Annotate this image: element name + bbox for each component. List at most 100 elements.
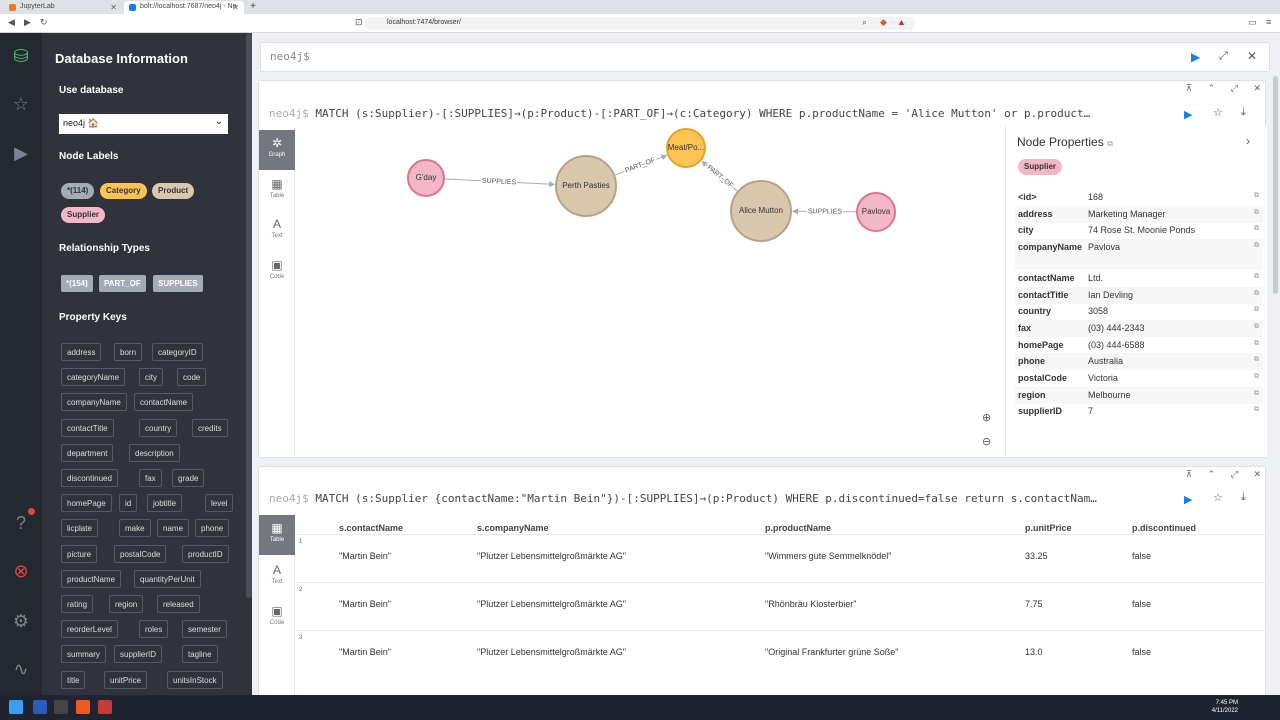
run-icon[interactable]: ▶: [1191, 50, 1200, 64]
node-label-product[interactable]: Product: [152, 183, 195, 199]
close-icon[interactable]: ✕: [1247, 49, 1257, 63]
property-key-fax[interactable]: fax: [139, 469, 162, 487]
frame-query[interactable]: neo4j$ MATCH (s:Supplier)-[:SUPPLIES]→(p…: [269, 107, 1119, 120]
rerun-icon[interactable]: ▶: [1184, 493, 1192, 506]
supplier-label-pill[interactable]: Supplier: [1018, 159, 1063, 175]
forward-icon[interactable]: ▶: [24, 17, 31, 28]
property-key-productName[interactable]: productName: [61, 569, 122, 588]
app-icon[interactable]: [98, 700, 112, 714]
copy-icon[interactable]: ⧉: [1254, 242, 1259, 250]
column-header[interactable]: s.contactName: [339, 523, 403, 533]
disconnect-icon[interactable]: ⊗: [8, 558, 34, 584]
collapse-icon[interactable]: ⌃: [1208, 469, 1216, 479]
property-key-address[interactable]: address: [61, 343, 102, 361]
close-frame-icon[interactable]: ✕: [1253, 469, 1261, 479]
property-key-unitsInStock[interactable]: unitsInStock: [167, 670, 223, 689]
property-key-born[interactable]: born: [114, 343, 143, 361]
property-key-jobtitle[interactable]: jobtitle: [147, 494, 183, 513]
copy-icon[interactable]: ⧉: [1254, 192, 1259, 200]
property-key-postalCode[interactable]: postalCode: [114, 544, 167, 563]
copy-icon[interactable]: ⧉: [1254, 406, 1259, 414]
database-icon[interactable]: ⛁: [8, 43, 34, 69]
property-key-grade[interactable]: grade: [172, 469, 205, 487]
collapse-icon[interactable]: ⌃: [1208, 83, 1216, 93]
reload-icon[interactable]: ↻: [40, 17, 48, 28]
windows-start-icon[interactable]: [9, 700, 23, 714]
warning-icon[interactable]: ▲: [897, 17, 906, 27]
property-key-rating[interactable]: rating: [61, 595, 94, 613]
copy-icon[interactable]: ⧉: [1254, 306, 1259, 314]
brave-icon[interactable]: [76, 700, 90, 714]
fullscreen-icon[interactable]: ⤢: [1231, 469, 1238, 479]
tab-table[interactable]: ▦ Table: [259, 171, 295, 211]
menu-icon[interactable]: ≡: [1266, 17, 1271, 27]
property-key-id[interactable]: id: [119, 494, 138, 513]
property-key-credits[interactable]: credits: [192, 418, 228, 437]
guides-icon[interactable]: ▶: [8, 140, 34, 166]
property-key-level[interactable]: level: [205, 494, 234, 513]
property-key-phone[interactable]: phone: [195, 519, 230, 538]
word-icon[interactable]: [33, 700, 47, 714]
copy-icon[interactable]: ⧉: [1254, 290, 1259, 298]
property-key-semester[interactable]: semester: [182, 620, 227, 639]
property-key-contactTitle[interactable]: contactTitle: [61, 418, 114, 437]
rel-type-all[interactable]: *(154): [61, 275, 93, 292]
node-label-all[interactable]: *(114): [61, 183, 95, 199]
chevron-right-icon[interactable]: ›: [1246, 134, 1250, 148]
back-icon[interactable]: ◀: [8, 17, 15, 28]
graph-canvas[interactable]: SUPPLIES PART_OF PART_OF SUPPLIES G'day Pert…: [296, 128, 1006, 458]
property-key-city[interactable]: city: [139, 368, 163, 387]
bookmark-icon[interactable]: ⊡: [355, 17, 363, 28]
property-key-companyName[interactable]: companyName: [61, 393, 127, 412]
query-editor[interactable]: neo4j$ ▶ ⤢ ✕: [260, 42, 1270, 72]
copy-icon[interactable]: ⧉: [1254, 323, 1259, 331]
property-key-name[interactable]: name: [157, 519, 190, 538]
property-key-released[interactable]: released: [157, 595, 200, 613]
property-key-categoryName[interactable]: categoryName: [61, 368, 126, 387]
main-scrollbar[interactable]: [1273, 76, 1278, 294]
property-key-code[interactable]: code: [177, 368, 207, 387]
pin-icon[interactable]: ⊼: [1186, 83, 1193, 93]
property-key-title[interactable]: title: [61, 670, 86, 689]
brave-shield-icon[interactable]: ◆: [880, 17, 887, 28]
property-key-productID[interactable]: productID: [182, 544, 229, 563]
property-key-picture[interactable]: picture: [61, 544, 98, 563]
window-icon[interactable]: ▭: [1248, 17, 1257, 28]
download-icon[interactable]: ⤓: [1241, 491, 1246, 504]
property-key-make[interactable]: make: [119, 519, 151, 538]
copy-icon[interactable]: ⧉: [1254, 356, 1259, 364]
property-key-discontinued[interactable]: discontinued: [61, 469, 118, 487]
browser-tab-neo4j[interactable]: bolt://localhost:7687/neo4j - Ne ✕: [124, 1, 244, 14]
favorites-icon[interactable]: ☆: [8, 91, 34, 117]
favorite-icon[interactable]: ☆: [1213, 106, 1223, 119]
new-tab-button[interactable]: +: [246, 1, 260, 14]
zoom-in-icon[interactable]: ⊕: [982, 411, 991, 424]
property-key-supplierID[interactable]: supplierID: [114, 645, 163, 664]
url-input[interactable]: localhost:7474/browser/: [365, 17, 915, 30]
copy-icon[interactable]: ⧉: [1254, 340, 1259, 348]
tab-code[interactable]: ▣ Code: [259, 252, 295, 292]
copy-icon[interactable]: ⧉: [1254, 373, 1259, 381]
expand-icon[interactable]: ⤢: [1219, 50, 1228, 63]
zoom-out-icon[interactable]: ⊖: [982, 435, 991, 448]
pin-icon[interactable]: ⊼: [1186, 469, 1193, 479]
frame-query[interactable]: neo4j$ MATCH (s:Supplier {contactName:"M…: [269, 492, 1119, 505]
browser-tab-jupyterlab[interactable]: JupyterLab ✕: [4, 1, 122, 14]
property-key-roles[interactable]: roles: [139, 620, 169, 639]
copy-icon[interactable]: ⧉: [1107, 139, 1113, 148]
property-key-description[interactable]: description: [129, 443, 180, 462]
rel-type-part-of[interactable]: PART_OF: [99, 275, 146, 292]
column-header[interactable]: p.unitPrice: [1025, 523, 1072, 533]
column-header[interactable]: p.discontinued: [1132, 523, 1196, 533]
property-key-reorderLevel[interactable]: reorderLevel: [61, 620, 118, 639]
tab-text[interactable]: A Text: [259, 211, 295, 251]
download-icon[interactable]: ⤓: [1241, 106, 1246, 119]
about-icon[interactable]: ∿: [8, 656, 34, 682]
zoom-icon[interactable]: ⌕: [862, 17, 867, 28]
property-key-quantityPerUnit[interactable]: quantityPerUnit: [134, 569, 201, 588]
copy-icon[interactable]: ⧉: [1254, 390, 1259, 398]
property-key-country[interactable]: country: [139, 418, 178, 437]
property-key-categoryID[interactable]: categoryID: [152, 343, 203, 361]
copy-icon[interactable]: ⧉: [1254, 225, 1259, 233]
node-label-category[interactable]: Category: [100, 183, 147, 199]
